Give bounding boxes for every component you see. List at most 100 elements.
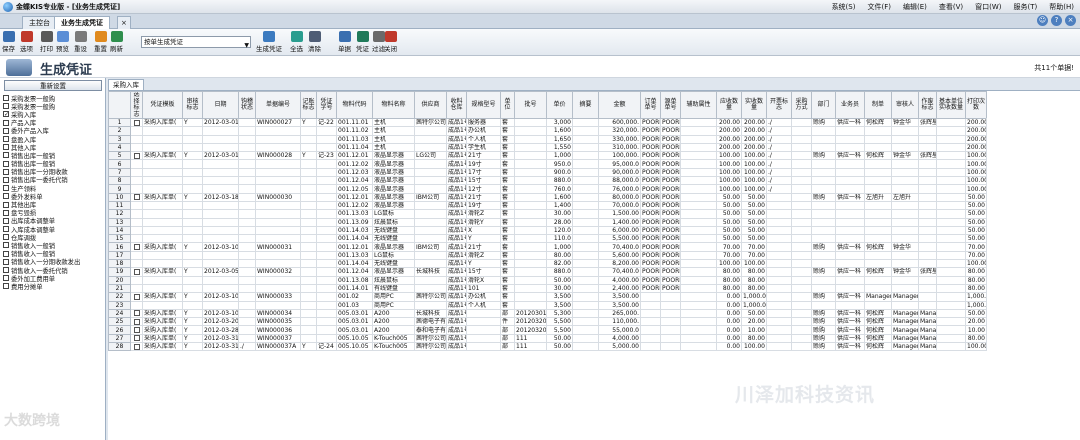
checkbox[interactable] <box>3 217 9 224</box>
checkbox[interactable] <box>133 327 140 334</box>
checkbox[interactable] <box>3 201 9 208</box>
select-checkbox[interactable] <box>130 225 143 236</box>
table-row[interactable]: 8001.12.04液晶显示器成品1号15寸套880.088,000.0POOR… <box>108 176 987 186</box>
table-row[interactable]: 14001.14.03无线键盘成品1号X套120.06,000.00POORDP… <box>108 225 987 236</box>
select-checkbox[interactable] <box>130 209 143 219</box>
column-header[interactable]: 收料仓库 <box>446 91 467 119</box>
checkbox[interactable]: ✓ <box>3 111 9 118</box>
toolbar2-button-3[interactable]: 单据 <box>338 31 351 53</box>
checkbox[interactable] <box>3 283 9 290</box>
checkbox[interactable] <box>3 267 9 274</box>
checkbox[interactable] <box>133 119 140 126</box>
table-row[interactable]: 6001.12.02液晶显示器成品1号19寸套950.095,000.0POOR… <box>108 159 987 169</box>
column-header[interactable]: 物料代码 <box>336 91 373 119</box>
select-checkbox[interactable] <box>130 117 143 128</box>
menu-item-5[interactable]: 服务(T) <box>1014 2 1038 12</box>
column-header[interactable]: 审核人 <box>891 91 919 119</box>
checkbox[interactable] <box>3 152 9 159</box>
table-row[interactable]: 15001.14.04无线键盘成品1号Y套110.05,500.00POORDP… <box>108 234 987 244</box>
column-header[interactable]: 开票标志 <box>766 91 792 119</box>
column-header[interactable]: 单价 <box>546 91 573 119</box>
checkbox[interactable] <box>3 242 9 249</box>
toolbar2-button-1[interactable]: 全选 <box>290 31 303 53</box>
select-checkbox[interactable] <box>130 200 143 211</box>
column-header[interactable]: 批号 <box>514 91 547 119</box>
tab-main-console[interactable]: 主控台 <box>22 16 57 29</box>
table-row[interactable]: 18001.14.04无线键盘成品1号Y套82.008,200.00POORDP… <box>108 259 987 269</box>
column-header[interactable]: 部门 <box>811 91 836 119</box>
select-checkbox[interactable] <box>130 292 143 302</box>
tab-purchase-inbound[interactable]: 采购入库 <box>108 79 144 90</box>
select-checkbox[interactable] <box>130 333 143 344</box>
checkbox[interactable] <box>3 103 9 110</box>
column-header[interactable]: 物料名称 <box>372 91 415 119</box>
menu-item-3[interactable]: 查看(V) <box>939 2 963 12</box>
bill-type-item[interactable]: 费用分摊单 <box>3 282 80 291</box>
select-checkbox[interactable] <box>130 167 143 178</box>
checkbox[interactable] <box>3 258 9 265</box>
select-checkbox[interactable] <box>130 300 143 310</box>
table-row[interactable]: 13001.13.09炫晨鼠标成品1号滑轮Y套28.001,400.00POOR… <box>108 217 987 227</box>
column-header[interactable]: 钩稽状态 <box>238 91 256 119</box>
checkbox[interactable] <box>133 152 140 159</box>
column-header[interactable]: 规格型号 <box>466 91 501 119</box>
table-row[interactable]: 16 采购入库单(Y 2012-03-10 WIN000031 001.12.01 液晶显… <box>108 242 987 252</box>
checkbox[interactable] <box>3 226 9 233</box>
column-header[interactable]: 选择标志 <box>130 91 143 119</box>
table-row[interactable]: 26 采购入库单(Y 2012-03-28 WIN000036 005.03.01 A20… <box>108 325 987 335</box>
select-checkbox[interactable] <box>130 317 143 327</box>
table-row[interactable]: 1 采购入库单(Y 2012-03-01 WIN000027 Y 记-22 001.11.0… <box>108 117 987 128</box>
table-row[interactable]: 24 采购入库单(Y 2012-03-10 WIN000034 005.03.01 A20… <box>108 308 987 319</box>
column-header[interactable]: 审核标志 <box>182 91 203 119</box>
column-header[interactable]: 作废标志 <box>918 91 937 119</box>
checkbox[interactable] <box>133 310 140 317</box>
toolbar-button-1[interactable]: 选项 <box>20 31 33 53</box>
menu-item-0[interactable]: 系统(S) <box>832 2 856 12</box>
checkbox[interactable] <box>133 343 140 350</box>
table-row[interactable]: 23001.03商用PC成品1号个人机套3,5003,500.000.001,0… <box>108 300 987 310</box>
select-checkbox[interactable] <box>130 234 143 244</box>
column-header[interactable] <box>108 91 131 119</box>
select-checkbox[interactable] <box>130 159 143 169</box>
checkbox[interactable] <box>3 168 9 175</box>
select-checkbox[interactable] <box>130 283 143 294</box>
checkbox[interactable] <box>3 193 9 200</box>
select-checkbox[interactable] <box>130 217 143 227</box>
checkbox[interactable] <box>3 127 9 134</box>
table-row[interactable]: 11001.12.02液晶显示器成品1号19寸套1,40070,000.0POO… <box>108 200 987 211</box>
toolbar-button-2[interactable]: 打印 <box>40 31 53 53</box>
checkbox[interactable] <box>3 176 9 183</box>
tab-close-icon[interactable]: × <box>117 16 131 29</box>
reset-button[interactable]: 重新设置 <box>4 80 102 91</box>
select-checkbox[interactable] <box>130 192 143 202</box>
column-header[interactable]: 金额 <box>598 91 641 119</box>
toolbar-button-4[interactable]: 重设 <box>74 31 87 53</box>
column-header[interactable]: 打印次数 <box>965 91 987 119</box>
select-checkbox[interactable] <box>130 242 143 252</box>
table-row[interactable]: 7001.12.03液晶显示器成品1号17寸套900.090,000.0POOR… <box>108 167 987 178</box>
checkbox[interactable] <box>133 335 140 342</box>
checkbox[interactable] <box>133 244 140 251</box>
checkbox[interactable] <box>133 268 140 275</box>
column-header[interactable]: 摘要 <box>572 91 599 119</box>
checkbox[interactable] <box>3 234 9 241</box>
toolbar-button-3[interactable]: 预览 <box>56 31 69 53</box>
column-header[interactable]: 源单单号 <box>660 91 681 119</box>
table-row[interactable]: 21001.14.01有线键盘成品1号101套30.002,400.00POOR… <box>108 283 987 294</box>
table-row[interactable]: 25 采购入库单(Y 2012-03-20 WIN000035 005.03.01 A20… <box>108 317 987 327</box>
toolbar2-button-4[interactable]: 凭证 <box>356 31 369 53</box>
column-header[interactable]: 辅助属性 <box>680 91 717 119</box>
select-checkbox[interactable] <box>130 151 143 161</box>
column-header[interactable]: 实收数量 <box>741 91 767 119</box>
column-header[interactable]: 订单单号 <box>640 91 661 119</box>
table-row[interactable]: 10 采购入库单(Y 2012-03-18 WIN000030 001.12.01 液晶显… <box>108 192 987 202</box>
tab-generate-voucher[interactable]: 业务生成凭证 <box>54 16 110 29</box>
menu-item-1[interactable]: 文件(F) <box>867 2 891 12</box>
checkbox[interactable] <box>3 250 9 257</box>
table-row[interactable]: 27 采购入库单(Y 2012-03-31 WIN000037 005.10.05 K-T… <box>108 333 987 344</box>
checkbox[interactable] <box>3 144 9 151</box>
select-checkbox[interactable] <box>130 134 143 144</box>
column-header[interactable]: 供应商 <box>414 91 447 119</box>
select-checkbox[interactable] <box>130 259 143 269</box>
checkbox[interactable] <box>3 160 9 167</box>
